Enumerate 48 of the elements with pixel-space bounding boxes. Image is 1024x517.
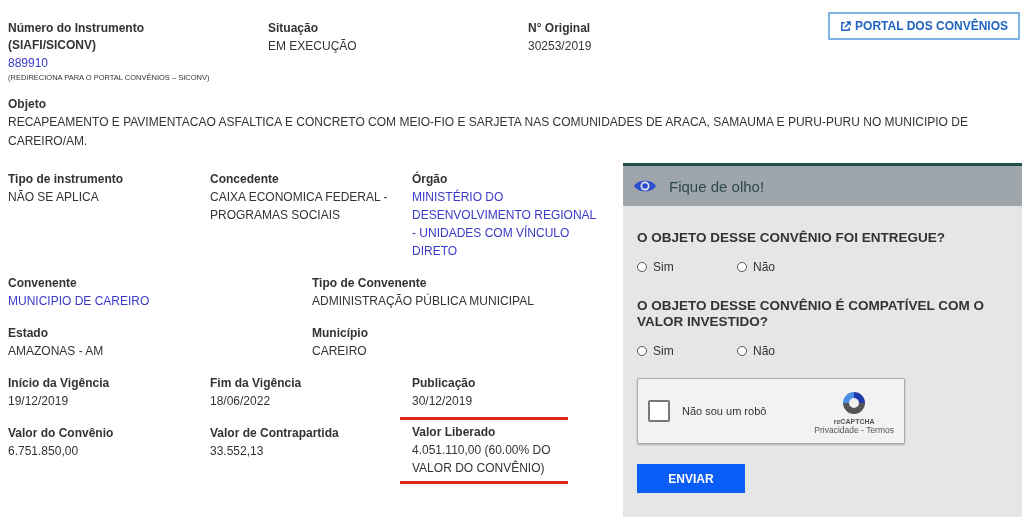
field-value: 30/12/2019: [412, 393, 474, 410]
field-label: Município: [312, 325, 369, 342]
radio-option[interactable]: Sim: [637, 260, 737, 274]
captcha-checkbox[interactable]: [648, 400, 670, 422]
field-value: EM EXECUÇÃO: [268, 38, 358, 55]
question-text: O OBJETO DESSE CONVÊNIO FOI ENTREGUE?: [637, 230, 947, 246]
captcha-links[interactable]: Privacidade - Termos: [814, 424, 894, 435]
field-label: Número do Instrumento (SIAFI/SICONV): [8, 20, 145, 54]
field-label: Tipo de Convenente: [312, 275, 428, 292]
radio-option[interactable]: Não: [737, 344, 837, 358]
field-value: NÃO SE APLICA: [8, 189, 100, 206]
field-label: Objeto: [8, 96, 47, 113]
field-label: Órgão: [412, 171, 449, 188]
send-button[interactable]: ENVIAR: [637, 464, 745, 493]
field-label: Fim da Vigência: [210, 375, 303, 392]
field-label: Situação: [268, 20, 319, 37]
field-value: AMAZONAS - AM: [8, 343, 105, 360]
panel-title: Fique de olho!: [669, 177, 765, 195]
field-value: ADMINISTRAÇÃO PÚBLICA MUNICIPAL: [312, 292, 535, 310]
captcha-label: Não sou um robô: [682, 405, 768, 417]
field-label: N° Original: [528, 20, 592, 37]
question-text: O OBJETO DESSE CONVÊNIO É COMPATÍVEL COM O VALOR INVESTIDO?: [637, 298, 986, 330]
field-label: Valor de Contrapartida: [210, 425, 340, 442]
field-label: Valor Liberado: [412, 424, 497, 441]
field-value: 33.552,13: [210, 443, 265, 460]
radio-option[interactable]: Não: [737, 260, 837, 274]
field-value: 19/12/2019: [8, 393, 70, 410]
field-value: RECAPEAMENTO E PAVIMENTACAO ASFALTICA E CONCRETO COM MEIO-FIO E SARJETA NAS COMUNIDADES DE ARACA, SAMAUMA E PURU-PURU NO MUNICIPIO DE CAREIRO/AM.: [8, 114, 969, 150]
external-link-icon: [840, 20, 852, 32]
field-value: 4.051.110,00 (60.00% DO VALOR DO CONVÊNIO): [412, 442, 552, 477]
field-value: CAREIRO: [312, 343, 368, 360]
portal-button[interactable]: PORTAL DOS CONVÊNIOS: [828, 12, 1020, 40]
field-label: Tipo de instrumento: [8, 171, 125, 188]
field-label: Publicação: [412, 375, 477, 392]
field-value: 18/06/2022: [210, 393, 272, 410]
field-link[interactable]: MUNICIPIO DE CAREIRO: [8, 292, 312, 310]
field-link[interactable]: MINISTÉRIO DO DESENVOLVIMENTO REGIONAL - UNIDADES COM VÍNCULO DIRETO: [412, 188, 602, 260]
field-label: Convenente: [8, 275, 78, 292]
field-label: Início da Vigência: [8, 375, 111, 392]
eye-icon: [633, 178, 657, 194]
field-value: CAIXA ECONOMICA FEDERAL - PROGRAMAS SOCIAIS: [210, 189, 389, 224]
field-link[interactable]: 889910: [8, 54, 268, 72]
field-value: 6.751.850,00: [8, 443, 80, 460]
field-label: Estado: [8, 325, 49, 342]
radio-option[interactable]: Sim: [637, 344, 737, 358]
field-value: 30253/2019: [528, 38, 593, 55]
field-label: Valor do Convênio: [8, 425, 115, 442]
field-label: Concedente: [210, 171, 280, 188]
